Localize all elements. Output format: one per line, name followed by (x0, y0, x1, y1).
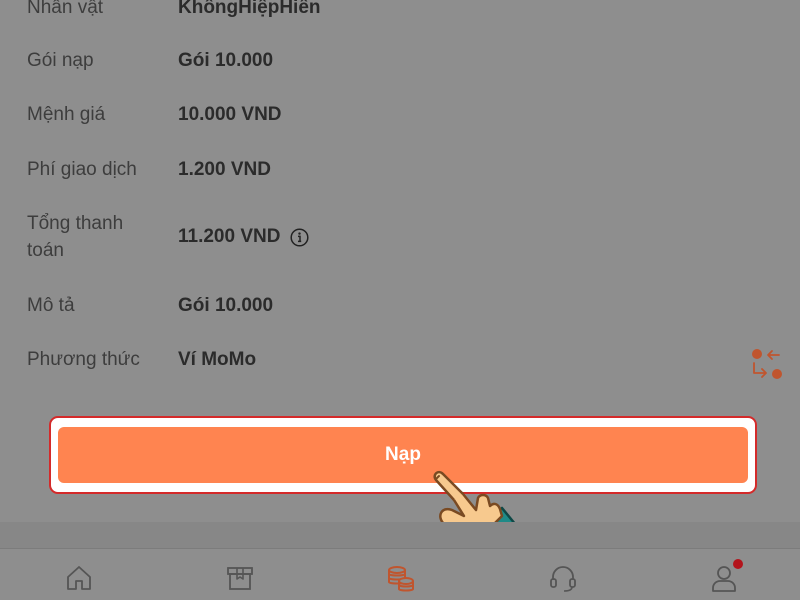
detail-value: 10.000 VND (178, 103, 282, 125)
tab-topup[interactable] (386, 563, 416, 597)
detail-label: Tổng thanh toán (27, 213, 124, 261)
detail-label: Gói nạp (27, 50, 94, 71)
submit-button-highlight: Nạp (49, 416, 757, 494)
notification-badge (733, 559, 743, 569)
home-icon (67, 566, 91, 590)
section-divider (0, 522, 800, 548)
bottom-nav (0, 548, 800, 600)
headset-icon (550, 566, 576, 592)
detail-row-package: Gói nạp Gói 10.000 (27, 47, 787, 74)
detail-row-denomination: Mệnh giá 10.000 VND (27, 101, 787, 128)
tab-home[interactable] (64, 563, 94, 597)
detail-row-description: Mô tả Gói 10.000 (27, 292, 787, 319)
detail-row-fee: Phí giao dịch 1.200 VND (27, 156, 787, 183)
detail-label: Phí giao dịch (27, 159, 137, 180)
tab-shop[interactable] (225, 563, 255, 597)
detail-value: Ví MoMo (178, 348, 257, 370)
tab-support[interactable] (548, 563, 578, 597)
detail-label: Phương thức (27, 349, 140, 370)
detail-row-total: Tổng thanh toán 11.200 VND (27, 210, 787, 264)
detail-row-character: Nhân vật KhôngHiệpHiền (27, 0, 787, 21)
detail-row-method: Phương thức Ví MoMo (27, 346, 787, 373)
coins-icon (388, 566, 414, 592)
box-icon (227, 567, 253, 590)
tab-account[interactable] (709, 559, 743, 597)
total-amount: 11.200 VND (178, 226, 281, 247)
detail-value: 11.200 VND (178, 226, 310, 248)
detail-value: 1.200 VND (178, 158, 271, 180)
detail-value: Gói 10.000 (178, 294, 274, 316)
submit-button[interactable]: Nạp (58, 427, 748, 483)
detail-value: KhôngHiệpHiền (178, 0, 321, 18)
detail-label: Mô tả (27, 295, 75, 316)
detail-label: Mệnh giá (27, 104, 106, 125)
detail-label: Nhân vật (27, 0, 104, 18)
change-method-icon[interactable] (749, 346, 785, 382)
detail-value: Gói 10.000 (178, 49, 274, 71)
info-icon[interactable] (290, 227, 310, 247)
